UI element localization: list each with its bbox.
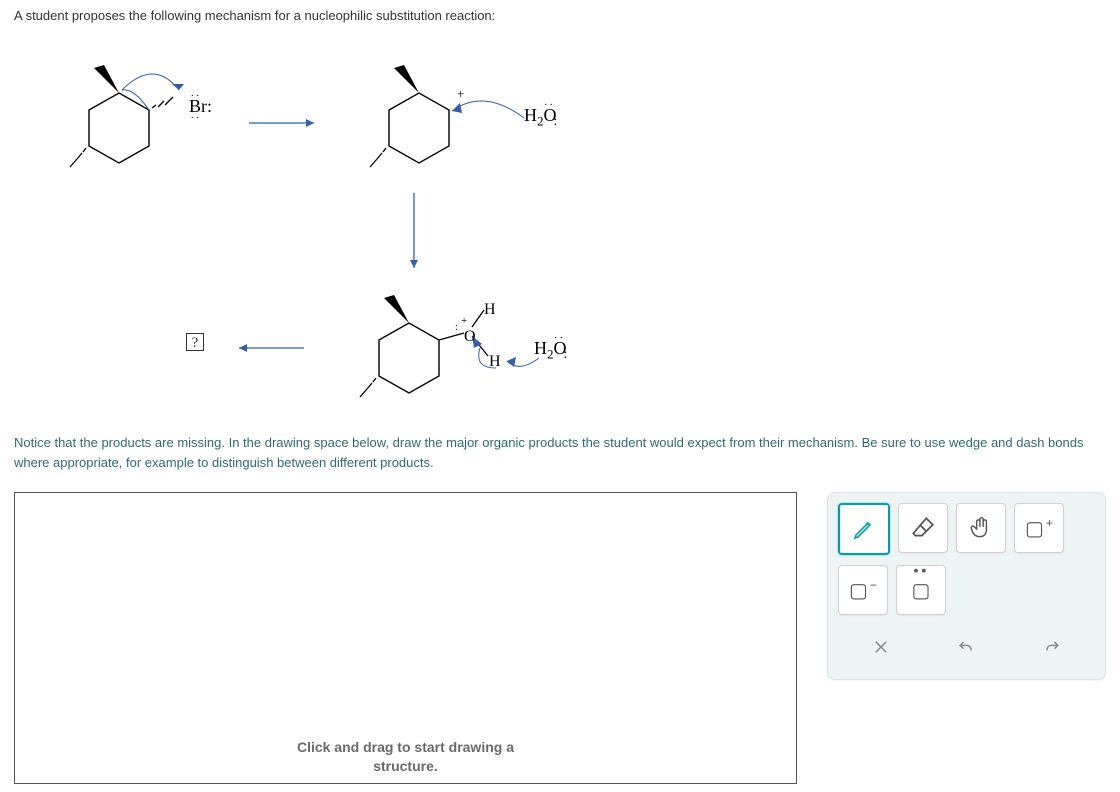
question-prompt: A student proposes the following mechani…	[14, 8, 1106, 23]
redo-button[interactable]	[1028, 625, 1076, 669]
move-tool[interactable]	[956, 503, 1006, 553]
marquee-plus-icon: ▢+	[1025, 516, 1053, 541]
marquee-minus-tool[interactable]: ▢−	[838, 565, 888, 615]
instruction-text: Notice that the products are missing. In…	[14, 433, 1106, 472]
structure-1	[34, 48, 234, 198]
undo-icon	[956, 637, 976, 657]
reaction-arrow-1	[244, 113, 324, 133]
deprot-arrow	[504, 343, 564, 383]
redo-icon	[1042, 637, 1062, 657]
attack-arrow-1	[444, 83, 564, 143]
marquee-minus-icon: ▢−	[849, 578, 877, 603]
br-label: .. Br: ..	[189, 96, 212, 117]
svg-text:+: +	[461, 315, 467, 327]
reaction-arrow-3	[229, 338, 309, 358]
close-icon	[872, 638, 890, 656]
lone-pair-tool[interactable]: •• ▢	[896, 565, 946, 615]
eraser-icon	[910, 515, 936, 541]
mechanism-diagram: .. Br: .. + H2O..:	[34, 43, 1106, 403]
h-label-top: H	[484, 301, 496, 319]
h-label-bottom: H	[489, 353, 501, 371]
eraser-tool[interactable]	[898, 503, 948, 553]
o-label: O	[464, 328, 476, 346]
undo-button[interactable]	[942, 625, 990, 669]
reaction-arrow-2	[404, 188, 424, 278]
pencil-icon	[852, 517, 876, 541]
toolbox: ▢+ ▢− •• ▢	[827, 492, 1106, 680]
pencil-tool[interactable]	[838, 503, 890, 555]
canvas-hint: Click and drag to start drawing a struct…	[15, 738, 796, 777]
drawing-canvas[interactable]: Click and drag to start drawing a struct…	[14, 492, 797, 784]
lone-pair-icon: •• ▢	[912, 578, 931, 603]
clear-button[interactable]	[857, 625, 905, 669]
marquee-plus-tool[interactable]: ▢+	[1014, 503, 1064, 553]
hand-icon	[968, 515, 994, 541]
svg-text::: :	[455, 322, 458, 333]
product-placeholder: ?	[186, 333, 204, 351]
